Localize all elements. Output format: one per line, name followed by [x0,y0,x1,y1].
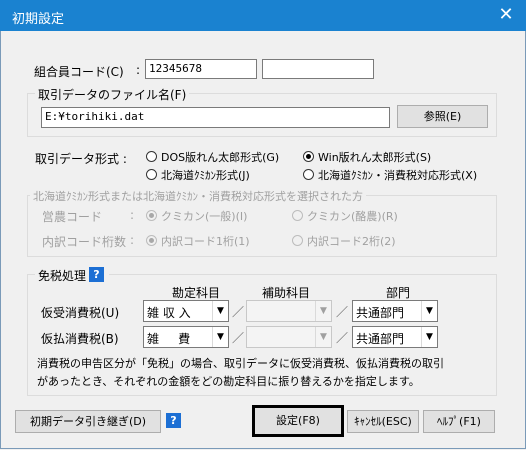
eino-radio-dairy[interactable] [292,210,303,221]
column-department: 部門 [386,286,411,300]
ok-button[interactable]: 設定(F8) [252,405,344,437]
detail-radio-1[interactable] [146,235,157,246]
browse-button[interactable]: 参照(E) [397,105,488,128]
chevron-down-icon[interactable]: ▼ [315,327,331,347]
format-radio-hokkaido-tax[interactable] [303,169,314,180]
detail-code-label: 内訳コード桁数 [42,235,127,249]
help-icon[interactable]: ? [166,413,181,428]
format-option-hokkaido: 北海道ｸﾐｶﾝ形式(J) [161,169,250,182]
window-title: 初期設定 [12,12,65,27]
format-option-hokkaido-tax: 北海道ｸﾐｶﾝ・消費税対応形式(X) [318,169,478,182]
member-code-field[interactable]: 12345678 [145,59,257,79]
detail-code-colon: : [130,233,135,247]
tax-description-line-1: 消費税の申告区分が「免税」の場合、取引データに仮受消費税、仮払消費税の取引 [37,357,444,370]
chevron-down-icon[interactable]: ▼ [421,301,437,321]
help-icon[interactable]: ? [89,267,104,282]
column-account: 勘定科目 [172,286,221,300]
eino-code-label: 営農コード [42,210,103,224]
tax-row-label-paid: 仮払消費税(B) [41,332,119,346]
close-icon[interactable]: ✕ [486,0,526,31]
title-bar [0,0,526,31]
account-select-paid[interactable]: 雑 費 ▼ [143,326,229,348]
eino-option-dairy: クミカン(酪農)(R) [307,210,398,223]
detail-option-1: 内訳コード1桁(1) [161,235,250,248]
sub-account-select-received[interactable]: ▼ [246,300,332,322]
slash-separator: ／ [336,331,349,345]
eino-code-colon: : [130,208,135,222]
help-button[interactable]: ﾍﾙﾌﾟ(F1) [423,410,495,433]
slash-separator: ／ [336,305,349,319]
column-sub-account: 補助科目 [262,286,311,300]
eino-radio-general[interactable] [146,210,157,221]
account-select-received-value: 雑 収 入 [147,306,191,320]
format-radio-hokkaido[interactable] [146,169,157,180]
file-path-input[interactable]: E:¥torihiki.dat [41,107,390,128]
eino-option-general: クミカン(一般)(I) [161,210,248,223]
department-select-received-value: 共通部門 [356,306,405,320]
member-code-label: 組合員コード(C) [34,65,124,79]
department-select-paid-value: 共通部門 [356,332,405,346]
slash-separator: ／ [232,305,245,319]
inherit-data-button[interactable]: 初期データ引き継ぎ(D) [15,410,161,433]
detail-radio-2[interactable] [292,235,303,246]
detail-option-2: 内訳コード2桁(2) [307,235,396,248]
cancel-button[interactable]: ｷｬﾝｾﾙ(ESC) [347,410,419,433]
tax-row-label-received: 仮受消費税(U) [41,306,120,320]
ok-button-label: 設定(F8) [276,414,320,427]
chevron-down-icon[interactable]: ▼ [212,327,228,347]
chevron-down-icon[interactable]: ▼ [421,327,437,347]
slash-separator: ／ [232,331,245,345]
format-radio-win[interactable] [303,151,314,162]
file-name-legend: 取引データのファイル名(F) [35,86,190,103]
department-select-paid[interactable]: 共通部門 ▼ [352,326,438,348]
chevron-down-icon[interactable]: ▼ [315,301,331,321]
account-select-received[interactable]: 雑 収 入 ▼ [143,300,229,322]
format-option-win: Win版れん太郎形式(S) [318,151,432,164]
format-label: 取引データ形式 : [35,152,127,166]
format-radio-dos[interactable] [146,151,157,162]
member-code-field-2[interactable] [262,59,374,79]
chevron-down-icon[interactable]: ▼ [212,301,228,321]
department-select-received[interactable]: 共通部門 ▼ [352,300,438,322]
member-code-colon: : [136,63,141,77]
account-select-paid-value: 雑 費 [147,332,191,346]
hokkaido-legend: 北海道ｸﾐｶﾝ形式または北海道ｸﾐｶﾝ・消費税対応形式を選択された方 [30,188,366,204]
sub-account-select-paid[interactable]: ▼ [246,326,332,348]
format-option-dos: DOS版れん太郎形式(G) [161,151,280,164]
tax-description-line-2: があったとき、それぞれの金額をどの勘定科目に振り替えるかを指定します。 [37,375,420,388]
